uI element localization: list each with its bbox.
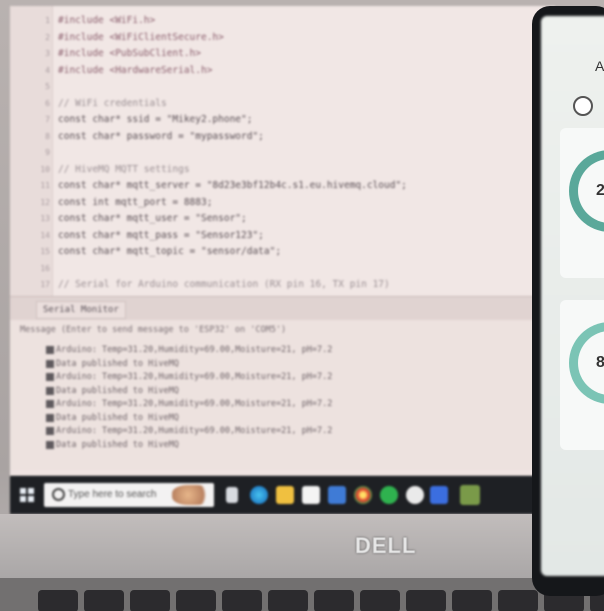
keyboard-key	[176, 590, 216, 611]
serial-row: Arduino: Temp=31.20,Humidity=69.00,Moist…	[56, 426, 333, 436]
code-line: // WiFi credentials	[58, 97, 167, 109]
keyboard-key	[84, 590, 124, 611]
store-icon[interactable]	[302, 486, 320, 504]
code-line: // Serial for Arduino communication (RX …	[58, 279, 390, 290]
line-number: 2	[45, 32, 50, 42]
keyboard-key	[130, 590, 170, 611]
keyboard-key	[360, 590, 400, 611]
whatsapp-icon[interactable]	[380, 486, 398, 504]
mail-icon[interactable]	[328, 486, 346, 504]
phone-back-icon[interactable]	[573, 96, 593, 116]
serial-row-marker-icon	[46, 400, 54, 408]
phone-gauge-1-value: 2	[596, 182, 604, 199]
line-number: 9	[45, 148, 50, 157]
serial-row-marker-icon	[46, 440, 54, 449]
serial-row-marker-icon	[46, 359, 54, 368]
line-number: 4	[45, 65, 50, 75]
code-line: #include <WiFi.h>	[58, 15, 156, 26]
line-number: 10	[40, 164, 50, 174]
serial-row: Arduino: Temp=31.20,Humidity=69.00,Moist…	[56, 399, 333, 409]
tab-serial-monitor[interactable]: Serial Monitor	[36, 301, 126, 319]
file-explorer-icon[interactable]	[276, 486, 294, 504]
code-line: const char* mqtt_pass = "Sensor123";	[58, 229, 264, 241]
phone-screen	[541, 16, 604, 576]
line-number: 8	[45, 131, 50, 141]
serial-row-marker-icon	[46, 373, 54, 381]
code-line: #include <PubSubClient.h>	[58, 48, 201, 59]
line-number: 6	[45, 98, 50, 108]
keyboard-key	[314, 590, 354, 611]
start-button[interactable]	[20, 488, 34, 502]
serial-row: Data published to HiveMQ	[56, 385, 179, 396]
code-line: const char* password = "mypassword";	[58, 130, 264, 142]
serial-row-marker-icon	[46, 427, 54, 435]
line-number: 16	[40, 263, 50, 273]
serial-row: Data published to HiveMQ	[56, 439, 179, 450]
code-line: const char* mqtt_user = "Sensor";	[58, 213, 247, 224]
laptop-bezel-bottom	[0, 514, 604, 580]
code-line: const char* mqtt_topic = "sensor/data";	[58, 246, 282, 257]
chrome-icon[interactable]	[354, 486, 372, 504]
keyboard-key	[452, 590, 492, 611]
code-line: #include <HardwareSerial.h>	[58, 64, 213, 76]
windows-logo-icon	[20, 488, 26, 494]
code-editor[interactable]: 1 #include <WiFi.h> 2 #include <WiFiClientS…	[10, 6, 555, 296]
line-number: 5	[45, 82, 50, 91]
serial-row: Arduino: Temp=31.20,Humidity=69.00,Moist…	[56, 345, 333, 355]
keyboard-key	[406, 590, 446, 611]
taskbar-search-box[interactable]: Type here to search	[44, 483, 214, 507]
line-number: 15	[40, 247, 50, 256]
line-number: 7	[45, 115, 50, 124]
edge-icon[interactable]	[250, 486, 268, 504]
keyboard-key	[222, 590, 262, 611]
search-highlight-icon	[172, 485, 212, 505]
laptop-screen: 1 #include <WiFi.h> 2 #include <WiFiClientS…	[10, 6, 555, 476]
serial-row-marker-icon	[46, 413, 54, 422]
line-number: 17	[40, 280, 50, 289]
line-number: 11	[40, 181, 50, 190]
serial-monitor-output: Message (Enter to send message to 'ESP32…	[10, 320, 555, 470]
dell-logo: DELL	[355, 533, 417, 558]
keyboard-key	[268, 590, 308, 611]
line-number: 14	[40, 230, 50, 240]
line-number: 12	[40, 197, 50, 207]
search-icon	[52, 488, 65, 501]
serial-monitor-header[interactable]: Message (Enter to send message to 'ESP32…	[20, 324, 286, 336]
serial-row: Arduino: Temp=31.20,Humidity=69.00,Moist…	[56, 372, 333, 382]
code-line: // HiveMQ MQTT settings	[58, 163, 190, 175]
windows-taskbar: Type here to search	[10, 476, 555, 514]
arduino-ide-icon[interactable]	[460, 485, 480, 505]
app-icon[interactable]	[406, 486, 424, 504]
keyboard-key	[38, 590, 78, 611]
code-line: #include <WiFiClientSecure.h>	[58, 31, 224, 43]
serial-row: Data published to HiveMQ	[56, 358, 179, 369]
phone-header-text: A	[595, 58, 604, 74]
keyboard-key	[498, 590, 538, 611]
line-number: 3	[45, 49, 50, 58]
photo-scene: 1 #include <WiFi.h> 2 #include <WiFiClientS…	[0, 0, 604, 611]
serial-monitor-tabbar: Serial Monitor	[10, 296, 555, 321]
code-line: const char* ssid = "Mikey2.phone";	[58, 114, 253, 125]
line-number: 13	[40, 214, 50, 223]
phone-gauge-2-value: 8	[596, 354, 604, 371]
search-placeholder: Type here to search	[68, 489, 157, 500]
task-view-icon[interactable]	[226, 487, 238, 503]
line-number: 1	[45, 16, 50, 25]
serial-row-marker-icon	[46, 386, 54, 395]
app-icon-2[interactable]	[430, 486, 448, 504]
code-line: const int mqtt_port = 8883;	[58, 196, 213, 208]
serial-row-marker-icon	[46, 346, 54, 354]
code-line: const char* mqtt_server = "8d23e3bf12b4c…	[58, 180, 407, 191]
serial-row: Data published to HiveMQ	[56, 412, 179, 423]
